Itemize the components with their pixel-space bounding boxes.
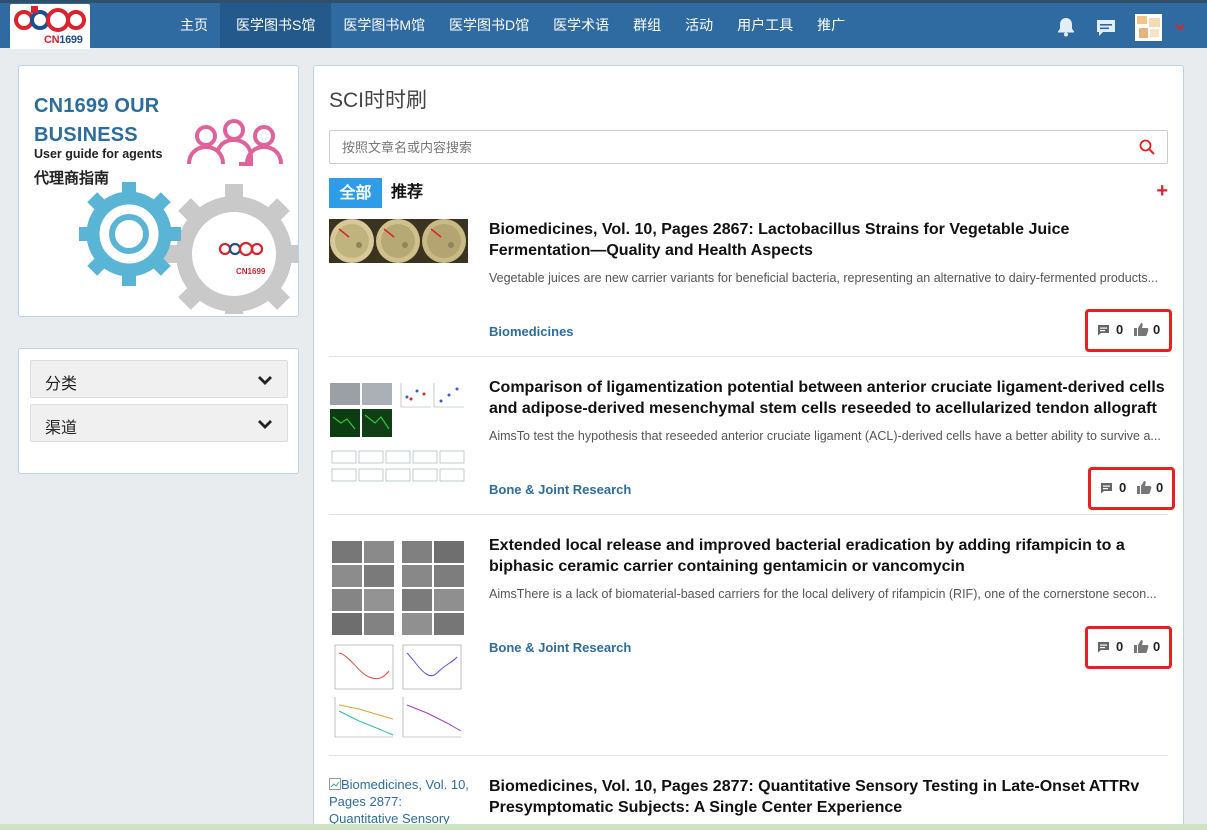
article-stats: 0 0 — [1085, 626, 1172, 669]
nav-groups[interactable]: 群组 — [621, 3, 673, 48]
like-count: 0 — [1156, 480, 1164, 495]
article-source[interactable]: Bone & Joint Research — [489, 482, 631, 497]
article-desc: AimsTo test the hypothesis that reseeded… — [489, 429, 1161, 443]
page-title: SCI时时刷 — [329, 89, 428, 112]
article-thumbnail[interactable] — [329, 535, 468, 747]
nav-library-s[interactable]: 医学图书S馆 — [220, 3, 332, 48]
main-panel: SCI时时刷 全部 推荐 + Biomedicines, Vol. 10, Pa… — [313, 65, 1184, 830]
comment-count: 0 — [1119, 480, 1127, 495]
article-thumbnail[interactable] — [329, 219, 468, 263]
chevron-down-icon — [257, 417, 273, 435]
accordion-category-label: 分类 — [45, 376, 78, 393]
article-source[interactable]: Biomedicines — [489, 324, 574, 339]
agent-guide-banner[interactable]: CN1699 CN1699 OUR BUSINESS User guide for… — [18, 65, 299, 317]
article-item: Biomedicines, Vol. 10, Pages 2877: Quant… — [329, 776, 1168, 830]
nav-library-d[interactable]: 医学图书D馆 — [437, 3, 541, 48]
accordion-channel-label: 渠道 — [45, 420, 78, 437]
comment-icon[interactable] — [1100, 481, 1113, 499]
article-desc: Vegetable juices are new carrier variant… — [489, 271, 1159, 285]
avatar[interactable] — [1135, 14, 1162, 46]
search-box — [329, 130, 1168, 164]
add-button[interactable]: + — [1156, 180, 1168, 203]
bottom-bar — [0, 824, 1207, 830]
article-stats: 0 0 — [1085, 309, 1172, 352]
article-stats: 0 0 — [1088, 467, 1175, 510]
comment-count: 0 — [1116, 322, 1124, 337]
article-thumbnail[interactable]: Biomedicines, Vol. 10, Pages 2877: Quant… — [329, 776, 469, 827]
filter-panel: 分类 渠道 — [18, 348, 299, 474]
nav-activities[interactable]: 活动 — [673, 3, 725, 48]
comment-count: 0 — [1116, 639, 1124, 654]
nav-promotion[interactable]: 推广 — [805, 3, 857, 48]
search-icon[interactable] — [1139, 139, 1155, 160]
accordion-channel[interactable]: 渠道 — [30, 404, 288, 442]
ad-subtitle-cn: 代理商指南 — [34, 169, 110, 187]
nav-terms[interactable]: 医学术语 — [541, 3, 621, 48]
article-title[interactable]: Comparison of ligamentization potential … — [489, 377, 1169, 419]
chat-icon[interactable] — [1095, 18, 1117, 43]
article-title[interactable]: Biomedicines, Vol. 10, Pages 2877: Quant… — [489, 776, 1169, 818]
thumbs-up-icon[interactable] — [1134, 323, 1149, 341]
comment-icon[interactable] — [1097, 323, 1110, 341]
tab-all[interactable]: 全部 — [329, 178, 382, 208]
chevron-down-icon — [257, 373, 273, 391]
broken-image-icon — [329, 778, 341, 790]
ad-subtitle: User guide for agents — [34, 147, 163, 161]
article-title[interactable]: Biomedicines, Vol. 10, Pages 2867: Lacto… — [489, 219, 1169, 261]
ad-brand: CN1699 — [236, 267, 266, 276]
article-source[interactable]: Bone & Joint Research — [489, 640, 631, 655]
ad-title: CN1699 OUR BUSINESS — [34, 95, 160, 146]
like-count: 0 — [1153, 639, 1161, 654]
nav-user-tools[interactable]: 用户工具 — [725, 3, 805, 48]
article-item: Biomedicines, Vol. 10, Pages 2867: Lacto… — [329, 219, 1172, 357]
chevron-down-icon[interactable] — [1175, 19, 1185, 37]
main-nav: 主页 医学图书S馆 医学图书M馆 医学图书D馆 医学术语 群组 活动 用户工具 … — [168, 3, 857, 48]
accordion-category[interactable]: 分类 — [30, 360, 288, 398]
nav-home[interactable]: 主页 — [168, 3, 220, 48]
article-item: Comparison of ligamentization potential … — [329, 377, 1175, 515]
article-desc: AimsThere is a lack of biomaterial-based… — [489, 587, 1157, 601]
bell-icon[interactable] — [1057, 17, 1075, 42]
site-logo[interactable]: CN1699 — [10, 4, 90, 49]
thumbs-up-icon[interactable] — [1134, 640, 1149, 658]
article-item: Extended local release and improved bact… — [329, 535, 1172, 756]
thumbs-up-icon[interactable] — [1137, 481, 1152, 499]
top-navbar: CN1699 主页 医学图书S馆 医学图书M馆 医学图书D馆 医学术语 群组 活… — [0, 0, 1207, 49]
like-count: 0 — [1153, 322, 1161, 337]
nav-library-m[interactable]: 医学图书M馆 — [331, 3, 437, 48]
tab-recommended[interactable]: 推荐 — [391, 178, 423, 208]
article-thumbnail[interactable] — [329, 377, 468, 482]
search-input[interactable] — [330, 131, 1110, 163]
comment-icon[interactable] — [1097, 640, 1110, 658]
article-title[interactable]: Extended local release and improved bact… — [489, 535, 1169, 577]
